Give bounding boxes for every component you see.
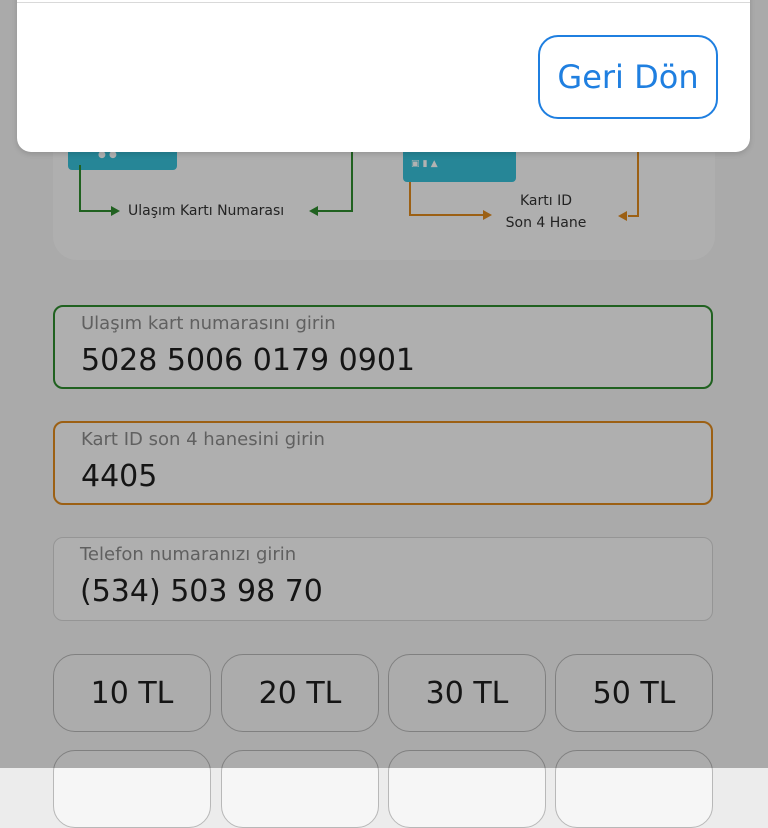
modal-dialog: Geri Dön (17, 0, 750, 152)
back-button[interactable]: Geri Dön (538, 35, 718, 119)
modal-divider (17, 2, 750, 3)
